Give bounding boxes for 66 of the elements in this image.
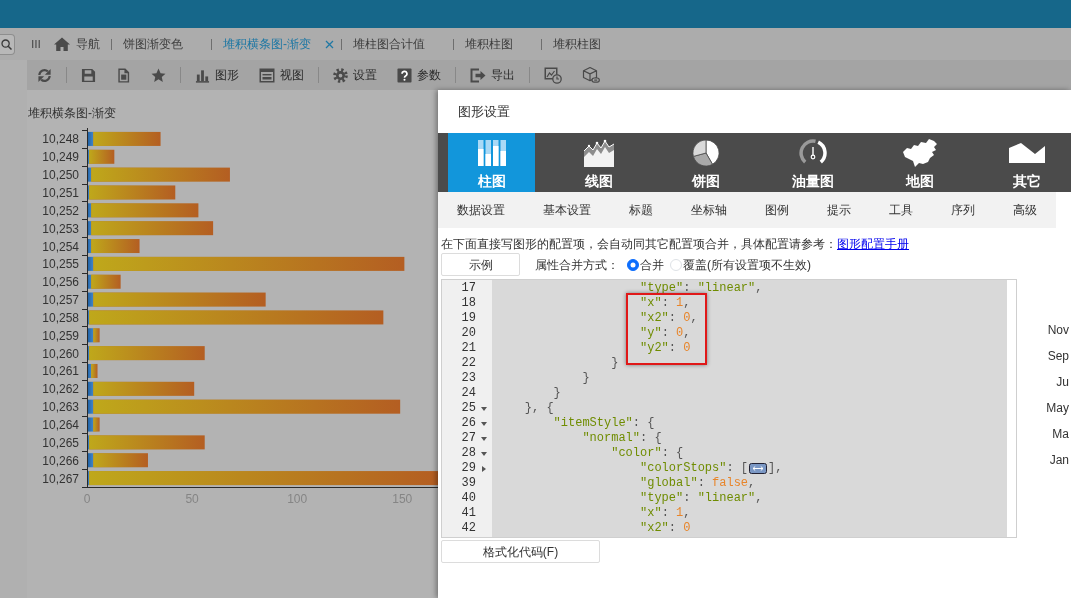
code-line: "y": 0, bbox=[640, 326, 691, 341]
axis-label: 10,261 bbox=[42, 364, 79, 379]
axis-label: Ju bbox=[1056, 375, 1069, 389]
line-number: 42 bbox=[461, 521, 476, 536]
line-number: 23 bbox=[461, 371, 476, 386]
code-line: } bbox=[553, 386, 561, 401]
dialog-title: 图形设置 bbox=[458, 103, 510, 120]
axis-label: 10,259 bbox=[42, 328, 79, 343]
line-number: 22 bbox=[461, 356, 476, 371]
axis-label: 10,263 bbox=[42, 400, 79, 415]
axis-label: 10,257 bbox=[42, 293, 79, 308]
axis-label: 10,252 bbox=[42, 203, 79, 218]
line-number: 41 bbox=[461, 506, 476, 521]
radio-label: 合并 bbox=[640, 256, 664, 274]
code-line: "normal": { bbox=[582, 431, 662, 446]
line-number: 25 bbox=[461, 401, 476, 416]
line-number: 28 bbox=[461, 446, 476, 461]
hint-text: 在下面直接写图形的配置项，会自动同其它配置项合并，具体配置请参考： bbox=[441, 236, 837, 252]
line-number: 17 bbox=[461, 281, 476, 296]
axis-label: Jan bbox=[1049, 453, 1069, 467]
merge-mode-label: 属性合并方式： bbox=[535, 256, 619, 274]
axis-label: 10,253 bbox=[42, 221, 79, 236]
code-line: "type": "linear", bbox=[640, 491, 763, 506]
axis-label: Ma bbox=[1052, 427, 1069, 441]
axis-label: 10,250 bbox=[42, 168, 79, 183]
code-line: "type": "linear", bbox=[640, 281, 763, 296]
axis-label: 10,262 bbox=[42, 382, 79, 397]
code-line: "y2": 0 bbox=[640, 341, 691, 356]
code-line: }, { bbox=[524, 401, 554, 416]
line-number: 24 bbox=[461, 386, 476, 401]
axis-label: Sep bbox=[1047, 349, 1069, 363]
code-line: } bbox=[611, 356, 619, 371]
code-line: "x": 1, bbox=[640, 506, 691, 521]
code-line: "x2": 0, bbox=[640, 311, 698, 326]
axis-label: Nov bbox=[1047, 323, 1069, 337]
axis-label: 10,266 bbox=[42, 453, 79, 468]
axis-label: 10,249 bbox=[42, 150, 79, 165]
code-line: "colorStops": [ ], bbox=[640, 461, 783, 476]
line-number: 20 bbox=[461, 326, 476, 341]
line-number: 26 bbox=[461, 416, 476, 431]
code-line: "color": { bbox=[611, 446, 684, 461]
axis-label: 10,254 bbox=[42, 239, 79, 254]
line-number: 19 bbox=[461, 311, 476, 326]
axis-label: 10,260 bbox=[42, 346, 79, 361]
axis-label: 10,264 bbox=[42, 418, 79, 432]
axis-label: 10,255 bbox=[42, 257, 79, 272]
code-line: "x": 1, bbox=[640, 296, 691, 311]
line-number: 39 bbox=[461, 476, 476, 491]
axis-label: 10,265 bbox=[42, 435, 79, 450]
code-line: "global": false, bbox=[640, 476, 756, 491]
line-number: 29 bbox=[461, 461, 476, 476]
axis-label: 10,256 bbox=[42, 275, 79, 290]
line-number: 40 bbox=[461, 491, 476, 506]
radio-label: 覆盖(所有设置项不生效) bbox=[683, 256, 811, 274]
axis-label: May bbox=[1046, 401, 1069, 415]
axis-label: 10,258 bbox=[42, 310, 79, 325]
code-line: } bbox=[582, 371, 590, 386]
chart-title: 堆积横条图-渐变 bbox=[28, 105, 116, 121]
axis-label: 10,267 bbox=[42, 471, 79, 486]
code-line: "x2": 0 bbox=[640, 521, 691, 536]
line-number: 21 bbox=[461, 341, 476, 356]
code-line: "itemStyle": { bbox=[553, 416, 655, 431]
line-number: 18 bbox=[461, 296, 476, 311]
line-number: 27 bbox=[461, 431, 476, 446]
axis-label: 10,251 bbox=[42, 186, 79, 200]
axis-label: 10,248 bbox=[42, 132, 79, 147]
